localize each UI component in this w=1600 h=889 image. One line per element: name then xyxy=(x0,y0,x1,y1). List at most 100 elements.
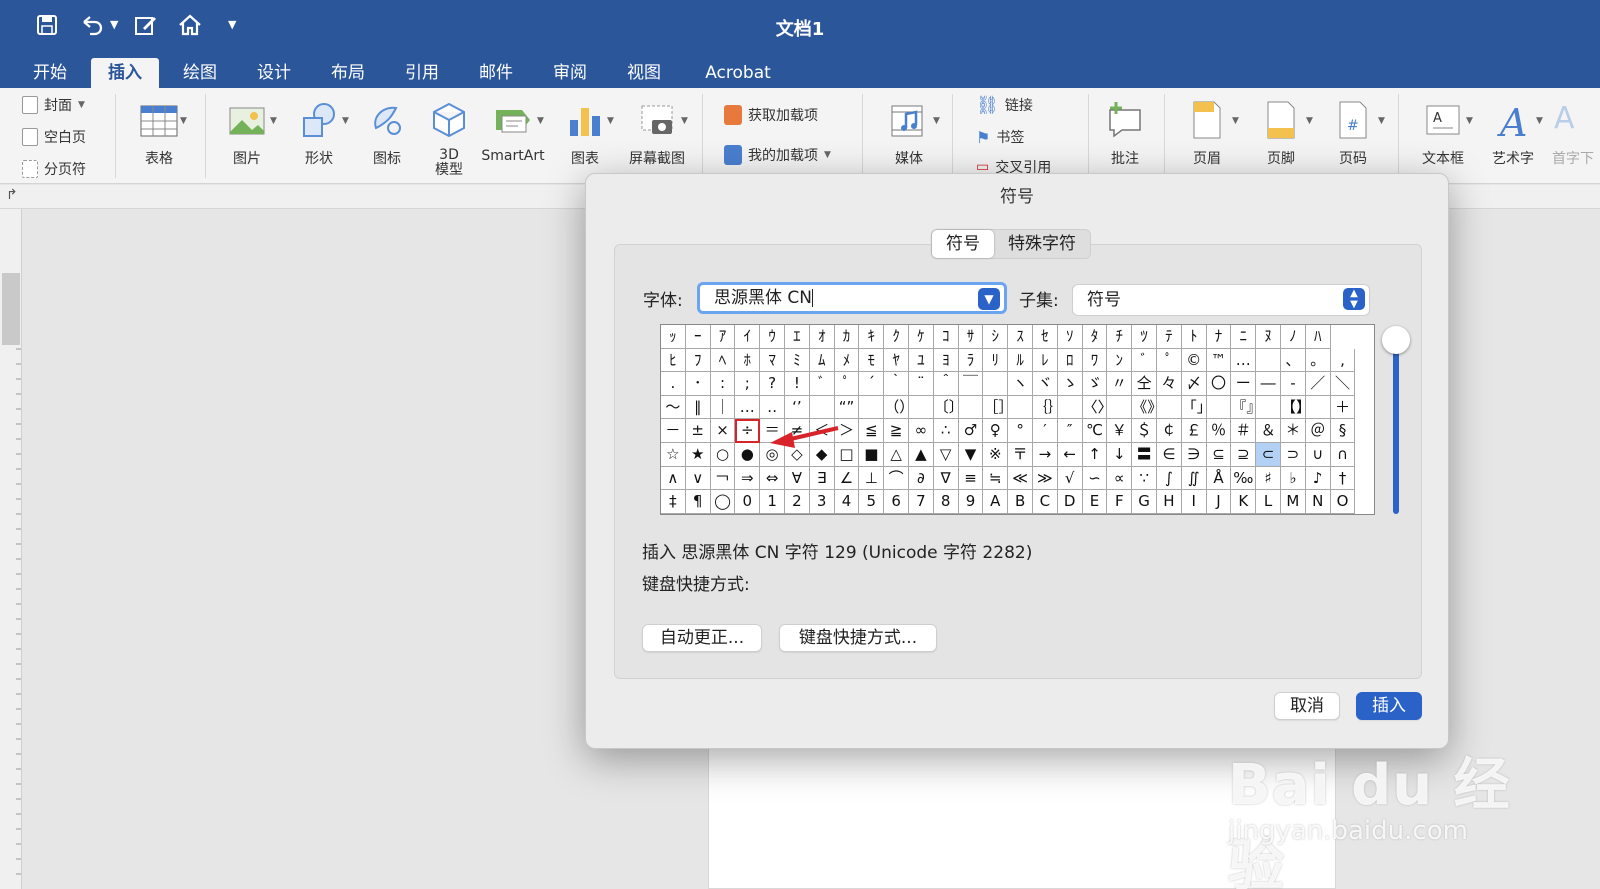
symbol-cell[interactable]: 〃 xyxy=(1107,372,1133,396)
cancel-button[interactable]: 取消 xyxy=(1274,692,1340,720)
updown-arrows-icon[interactable]: ▲ ▼ xyxy=(1343,288,1365,310)
symbol-cell[interactable]: ∇ xyxy=(933,466,959,491)
symbol-cell[interactable]: 「」 xyxy=(1181,395,1207,420)
symbol-cell[interactable]: ｯ xyxy=(661,325,686,349)
symbol-cell[interactable]: 〇 xyxy=(1206,372,1232,396)
symbol-cell[interactable]: 。 xyxy=(1305,348,1331,373)
chevron-down-icon[interactable]: ▼ xyxy=(1378,116,1385,126)
symbol-cell[interactable]: 《》 xyxy=(1132,395,1157,420)
symbol-cell[interactable]: D xyxy=(1057,490,1083,514)
symbol-cell[interactable]: ﾅ xyxy=(1206,325,1232,349)
link-button[interactable]: ⛓ 链接 xyxy=(976,92,1033,118)
symbol-cell[interactable]: 〆 xyxy=(1181,372,1207,396)
symbol-cell[interactable]: ∥ xyxy=(685,395,711,420)
symbol-cell[interactable]: ＄ xyxy=(1132,419,1157,443)
symbol-cell[interactable]: ｾ xyxy=(1033,325,1058,349)
comment-button[interactable]: 批注 xyxy=(1088,94,1162,168)
symbol-cell[interactable] xyxy=(1008,395,1033,420)
symbol-cell[interactable]: G xyxy=(1132,490,1157,514)
tab-insert[interactable]: 插入 xyxy=(91,58,159,88)
symbol-cell[interactable]: → xyxy=(1033,443,1058,467)
symbol-cell[interactable]: ∽ xyxy=(1082,466,1108,491)
symbol-cell[interactable] xyxy=(1107,395,1133,420)
symbol-cell[interactable]: ｳ xyxy=(760,325,785,349)
tab-layout[interactable]: 布局 xyxy=(316,58,380,88)
symbol-cell[interactable]: ∨ xyxy=(685,466,711,491)
symbol-cell[interactable]: 3 xyxy=(809,490,835,514)
symbol-cell[interactable]: ▼ xyxy=(958,443,984,467)
symbol-cell[interactable]: 7 xyxy=(909,490,934,514)
tab-references[interactable]: 引用 xyxy=(390,58,454,88)
symbol-cell[interactable]: ﾟ xyxy=(1157,348,1182,373)
symbol-cell[interactable]: ‘’ xyxy=(785,395,810,420)
symbol-cell[interactable]: ｽ xyxy=(1008,325,1033,349)
symbol-cell[interactable]: ﾇ xyxy=(1256,325,1281,349)
symbol-cell[interactable]: ≒ xyxy=(983,466,1009,491)
symbol-cell[interactable]: O xyxy=(1330,490,1356,514)
symbol-cell[interactable]: ＆ xyxy=(1256,419,1281,443)
symbol-cell[interactable]: － xyxy=(661,419,686,443)
bookmark-button[interactable]: ⚑ 书签 xyxy=(976,124,1024,150)
symbol-cell[interactable]: ◇ xyxy=(785,443,810,467)
header-button[interactable]: 页眉 xyxy=(1170,94,1244,168)
symbol-cell[interactable]: ￡ xyxy=(1181,419,1207,443)
symbol-cell[interactable]: （） xyxy=(884,395,909,420)
symbol-cell[interactable]: ゝ xyxy=(1057,372,1083,396)
shapes-button[interactable]: 形状 xyxy=(282,94,356,168)
symbol-cell[interactable]: ｱ xyxy=(710,325,736,349)
font-select[interactable]: 思源黑体 CN ▼ xyxy=(697,282,1007,314)
chevron-down-icon[interactable]: ▼ xyxy=(342,116,349,126)
symbol-cell[interactable]: ･ xyxy=(685,372,711,396)
symbol-cell[interactable]: ｲ xyxy=(735,325,761,349)
insert-button[interactable]: 插入 xyxy=(1356,692,1422,720)
symbol-cell[interactable]: ／ xyxy=(1305,372,1331,396)
symbol-cell[interactable]: ＜ xyxy=(809,419,835,443)
symbol-cell[interactable]: 『』 xyxy=(1231,395,1257,420)
symbol-cell[interactable] xyxy=(1057,395,1083,420)
symbol-cell[interactable]: ◎ xyxy=(760,443,785,467)
symbol-cell[interactable]: 〓 xyxy=(1132,443,1157,467)
symbol-cell[interactable]: 々 xyxy=(1157,372,1182,396)
symbol-cell[interactable]: ﾖ xyxy=(933,348,959,373)
symbol-cell[interactable]: ￣ xyxy=(958,372,984,396)
symbol-cell[interactable]: … xyxy=(735,395,761,420)
symbol-cell[interactable]: ｜ xyxy=(710,395,736,420)
symbol-cell[interactable]: ﾀ xyxy=(1082,325,1108,349)
symbol-cell[interactable]: 、 xyxy=(1281,348,1306,373)
symbol-cell[interactable]: ｀ xyxy=(884,372,909,396)
symbol-cell[interactable]: ≫ xyxy=(1033,466,1058,491)
symbol-cell[interactable]: 1 xyxy=(760,490,785,514)
symbol-cell[interactable]: ﾒ xyxy=(834,348,860,373)
chevron-down-icon[interactable]: ▼ xyxy=(933,116,940,126)
symbol-cell[interactable]: ￠ xyxy=(1157,419,1182,443)
keyboard-shortcut-button[interactable]: 键盘快捷方式... xyxy=(779,624,937,652)
symbol-cell[interactable]: ∪ xyxy=(1305,443,1331,467)
symbol-cell[interactable]: , xyxy=(1330,348,1356,373)
symbol-cell[interactable]: ～ xyxy=(661,395,686,420)
symbol-cell[interactable]: ｻ xyxy=(958,325,984,349)
symbol-cell[interactable]: ﾌ xyxy=(685,348,711,373)
symbol-cell[interactable]: ℃ xyxy=(1082,419,1108,443)
symbol-cell[interactable]: ﾔ xyxy=(884,348,909,373)
chevron-down-icon[interactable]: ▼ xyxy=(978,288,1000,310)
symbol-cell[interactable]: ∞ xyxy=(909,419,934,443)
autocorrect-button[interactable]: 自动更正... xyxy=(642,624,762,652)
symbol-cell[interactable]: ＾ xyxy=(933,372,959,396)
symbol-cell[interactable]: ﾝ xyxy=(1107,348,1133,373)
symbol-cell[interactable] xyxy=(983,372,1009,396)
symbol-cell[interactable]: L xyxy=(1256,490,1281,514)
symbol-cell[interactable]: ｺ xyxy=(933,325,959,349)
symbol-cell[interactable]: ! xyxy=(785,372,810,396)
symbol-cell[interactable]: 〔〕 xyxy=(933,395,959,420)
symbol-cell[interactable]: ￢ xyxy=(710,466,736,491)
symbol-cell[interactable]: ﾟ xyxy=(834,372,860,396)
symbol-cell[interactable]: 2 xyxy=(785,490,810,514)
footer-button[interactable]: 页脚 xyxy=(1244,94,1318,168)
symbol-cell[interactable]: ∧ xyxy=(661,466,686,491)
symbol-cell[interactable]: . xyxy=(661,372,686,396)
symbol-cell[interactable]: ｴ xyxy=(785,325,810,349)
symbol-cell[interactable]: ﾋ xyxy=(661,348,686,373)
symbol-cell[interactable]: ´ xyxy=(859,372,885,396)
symbol-cell[interactable]: ﾏ xyxy=(760,348,785,373)
symbol-grid[interactable]: ｯｰｱｲｳｴｵｶｷｸｹｺｻｼｽｾｿﾀﾁﾂﾃﾄﾅﾆﾇﾉﾊ ﾋﾌﾍﾎﾏﾐﾑﾒﾓﾔﾕﾖﾗ… xyxy=(660,324,1375,515)
